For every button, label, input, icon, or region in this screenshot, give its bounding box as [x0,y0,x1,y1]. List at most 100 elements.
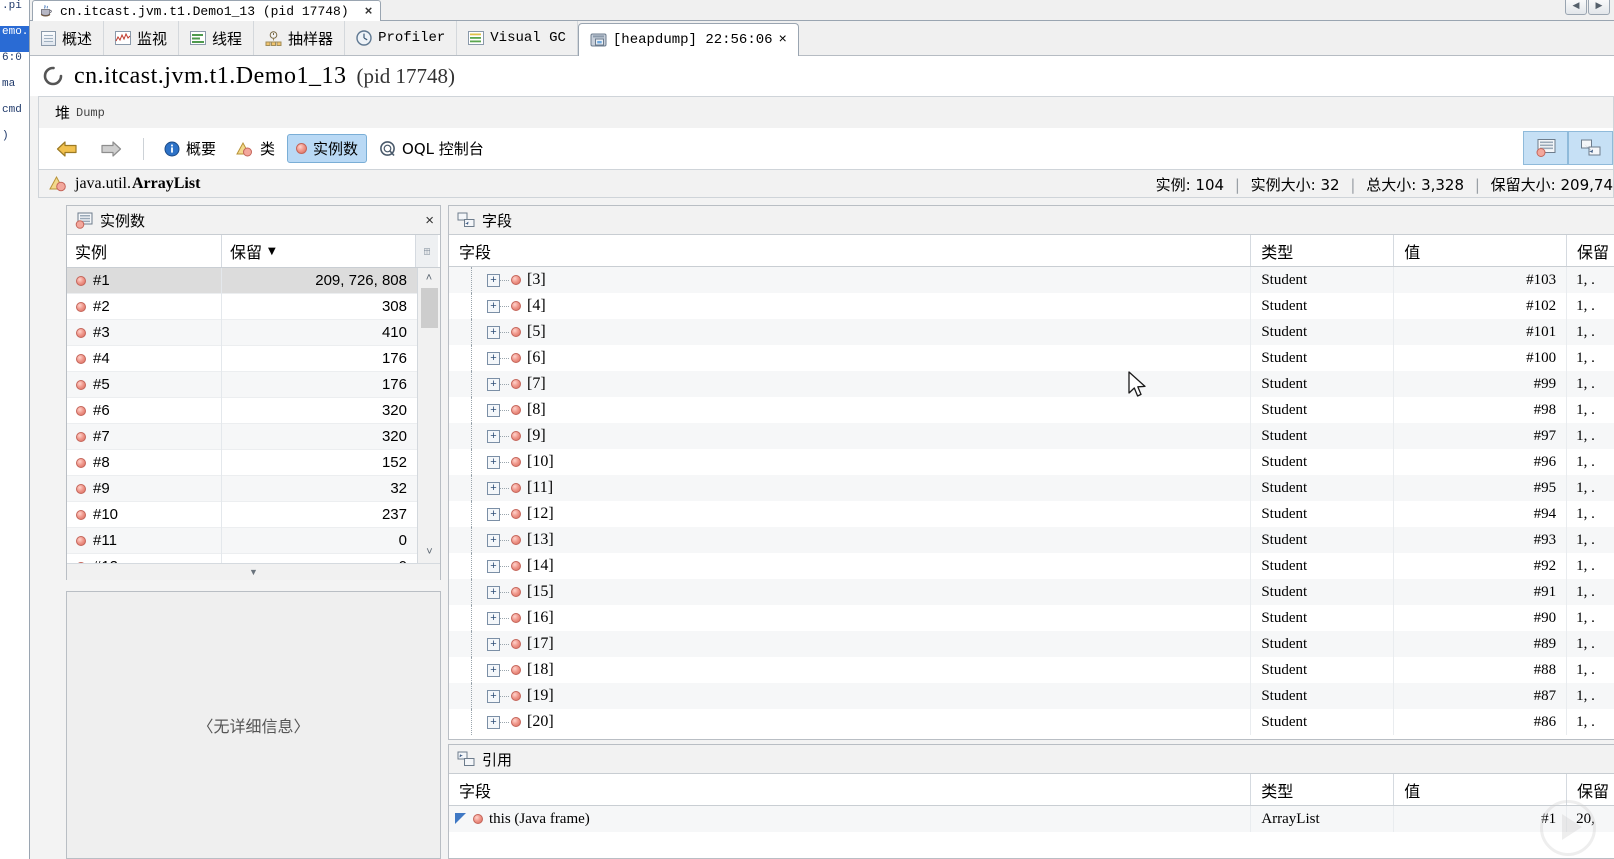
expand-node-button[interactable]: + [487,481,500,495]
tab-heapdump-close-icon[interactable]: × [779,32,787,48]
column-chooser-button[interactable] [416,235,438,267]
ref-column-header-field[interactable]: 字段 [449,774,1252,805]
selected-class-bar: java.util. ArrayList 实例: 104 | 实例大小: 32 … [38,170,1614,198]
instances-vertical-scrollbar[interactable]: ˄ ˅ [417,268,440,579]
table-row[interactable]: + [9] Student #97 1, . [449,423,1614,449]
table-row[interactable]: + [15] Student #91 1, . [449,579,1614,605]
instance-cell: #7 [67,423,222,450]
column-chooser-icon [424,248,430,254]
expand-node-button[interactable]: + [487,403,500,417]
instance-id: #2 [93,298,110,315]
table-row[interactable]: + [8] Student #98 1, . [449,397,1614,423]
table-row[interactable]: #10 237 [67,501,440,528]
table-row[interactable]: + [3] Student #103 1, . [449,267,1614,293]
expand-node-button[interactable]: + [487,611,500,625]
table-row[interactable]: + [16] Student #90 1, . [449,605,1614,631]
fields-panel: 字段 字段 类型 值 保留 + [3] Student #103 1, . + [4] Stu… [448,205,1614,740]
table-row[interactable]: + [14] Student #92 1, . [449,553,1614,579]
table-row[interactable]: #8 152 [67,449,440,476]
value-cell: #92 [1394,553,1568,579]
app-tab-close-icon[interactable]: × [365,4,373,19]
instances-table-body[interactable]: #1 209, 726, 808 #2 308 #3 410 #4 176 #5… [67,268,440,580]
expand-node-button[interactable]: + [487,455,500,469]
table-row[interactable]: #3 410 [67,319,440,346]
expand-node-button[interactable]: + [487,585,500,599]
expand-node-button[interactable]: + [487,715,500,729]
scrollbar-thumb[interactable] [421,288,438,328]
column-header-retained[interactable]: 保留 ▼ [222,235,416,267]
table-row[interactable]: #9 32 [67,475,440,502]
expand-node-button[interactable]: + [487,325,500,339]
table-row[interactable]: #11 0 [67,527,440,554]
fields-view-button[interactable] [1568,131,1613,165]
tab-monitor[interactable]: 监视 [104,21,180,55]
tab-heapdump[interactable]: [heapdump] 22:56:06 × [577,23,799,56]
field-cell: + [20] [449,709,1252,735]
toolbar-overview-button[interactable]: 概要 [156,135,224,162]
table-row[interactable]: #6 320 [67,397,440,424]
tab-profiler[interactable]: Profiler [345,21,458,55]
table-row[interactable]: this (Java frame) ArrayList #1 20, [449,806,1614,832]
table-row[interactable]: + [13] Student #93 1, . [449,527,1614,553]
fields-table-body[interactable]: + [3] Student #103 1, . + [4] Student #102 1, . +[… [449,267,1614,735]
instances-view-button[interactable] [1523,131,1568,165]
expand-node-button[interactable]: + [487,377,500,391]
column-header-retained[interactable]: 保留 [1567,235,1614,266]
expand-node-button[interactable]: + [487,351,500,365]
tab-scroll-left-button[interactable]: ◀ [1565,0,1587,15]
column-header-type[interactable]: 类型 [1251,235,1395,266]
column-header-value[interactable]: 值 [1394,235,1568,266]
expand-node-button[interactable]: + [487,637,500,651]
expand-node-button[interactable]: + [487,273,500,287]
table-row[interactable]: #5 176 [67,371,440,398]
toolbar-classes-button[interactable]: 类 [228,135,283,162]
scroll-down-icon[interactable]: ˅ [418,542,441,562]
retained-cell: 1, . [1567,631,1614,657]
forward-button[interactable] [91,136,131,162]
tab-threads[interactable]: 线程 [179,21,255,55]
ref-column-header-type[interactable]: 类型 [1251,774,1395,805]
expand-node-button[interactable]: + [487,663,500,677]
ref-column-header-retained[interactable]: 保留 [1567,774,1614,805]
type-cell: Student [1251,657,1395,683]
table-row[interactable]: + [18] Student #88 1, . [449,657,1614,683]
background-window[interactable]: .pi emo. 6:0 ma cmd ) [0,0,30,859]
toolbar-instances-button[interactable]: 实例数 [287,134,368,163]
type-cell: Student [1251,501,1395,527]
tree-guide-line [471,345,472,371]
instances-panel-footer-toggle[interactable]: ▼ [67,563,440,580]
table-row[interactable]: + [12] Student #94 1, . [449,501,1614,527]
toolbar-oql-button[interactable]: OQL 控制台 [371,135,492,162]
tab-scroll-right-button[interactable]: ▶ [1588,0,1610,15]
table-row[interactable]: + [5] Student #101 1, . [449,319,1614,345]
instances-panel-close-icon[interactable]: × [425,212,434,229]
table-row[interactable]: + [7] Student #99 1, . [449,371,1614,397]
app-tab-demo113[interactable]: cn.itcast.jvm.t1.Demo1_13 (pid 17748) × [32,0,382,21]
table-row[interactable]: + [6] Student #100 1, . [449,345,1614,371]
ref-column-header-value[interactable]: 值 [1394,774,1568,805]
expand-node-button[interactable]: + [487,689,500,703]
expand-node-button[interactable]: + [487,299,500,313]
table-row[interactable]: #4 176 [67,345,440,372]
table-row[interactable]: + [19] Student #87 1, . [449,683,1614,709]
table-row[interactable]: #7 320 [67,423,440,450]
expand-node-button[interactable]: + [487,507,500,521]
table-row[interactable]: #2 308 [67,293,440,320]
type-cell: Student [1251,293,1395,319]
tab-overview[interactable]: 概述 [30,21,105,55]
table-row[interactable]: + [10] Student #96 1, . [449,449,1614,475]
column-header-instance[interactable]: 实例 [67,235,222,267]
table-row[interactable]: + [20] Student #86 1, . [449,709,1614,735]
scroll-up-icon[interactable]: ˄ [418,268,440,288]
tab-sampler[interactable]: 抽样器 [254,21,346,55]
expand-node-button[interactable]: + [487,429,500,443]
expand-node-button[interactable]: + [487,559,500,573]
back-button[interactable] [47,136,87,162]
table-row[interactable]: + [11] Student #95 1, . [449,475,1614,501]
tab-visual-gc[interactable]: Visual GC [457,21,578,55]
column-header-field[interactable]: 字段 [449,235,1252,266]
table-row[interactable]: + [17] Student #89 1, . [449,631,1614,657]
table-row[interactable]: #1 209, 726, 808 [67,268,440,294]
table-row[interactable]: + [4] Student #102 1, . [449,293,1614,319]
expand-node-button[interactable]: + [487,533,500,547]
